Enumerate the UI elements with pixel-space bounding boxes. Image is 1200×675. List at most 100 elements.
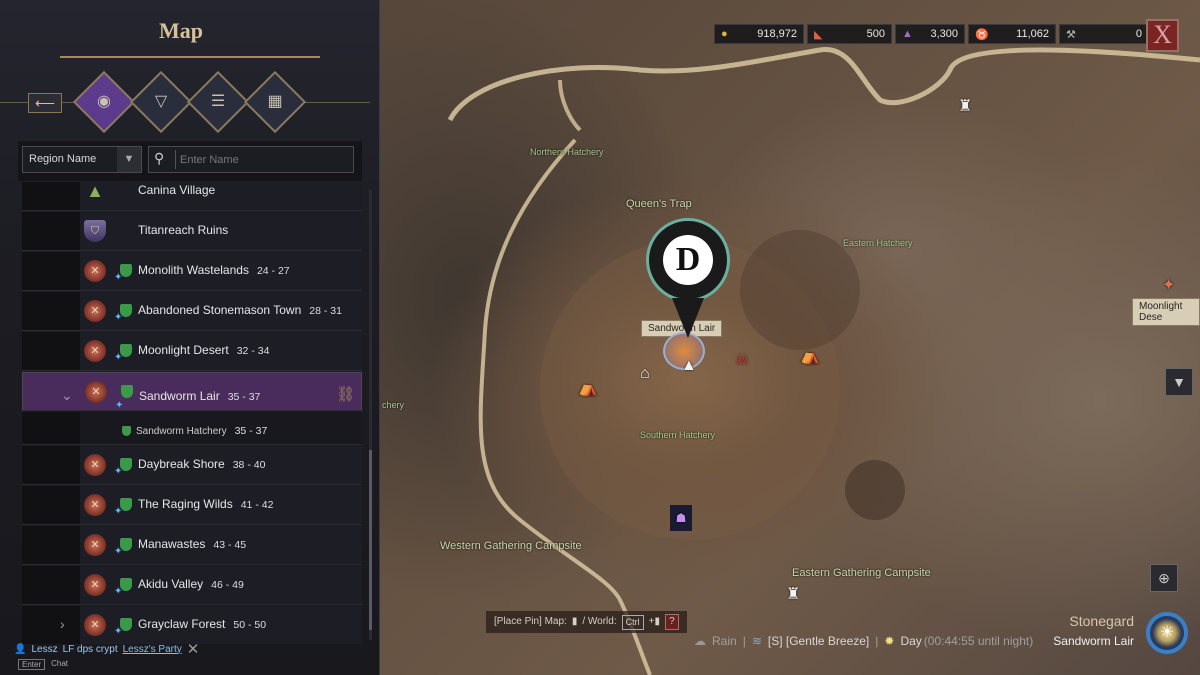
region-level: 46 - 49 [211,579,244,591]
row-left-column [22,252,80,290]
region-row[interactable]: Sandworm Hatchery 35 - 37 [22,412,362,445]
chevron-down-icon[interactable]: ▼ [117,147,141,172]
locate-player-button[interactable]: ⊕ [1150,564,1178,592]
search-input[interactable] [175,150,345,169]
hint-world-label: / World: [582,616,617,627]
shield-icon [121,385,133,398]
row-body: ✕ ✦ Sandworm Lair 35 - 37 ⛓ [81,373,361,411]
region-name: Abandoned Stonemason Town [138,303,302,317]
chat-label[interactable]: Chat [51,659,68,670]
region-row[interactable]: ✕ ✦ Abandoned Stonemason Town 28 - 31 [22,292,362,331]
waypoint-icon[interactable]: ♜ [958,96,972,116]
shield-icon [120,618,132,631]
list-scrollbar[interactable] [369,190,372,640]
chat-message[interactable]: 👤 Lessz LF dps crypt Lessz's Party ✕ [14,640,199,658]
camp-icon[interactable]: ⛺ [800,346,820,366]
row-body: ⛉ Titanreach Ruins [80,212,362,250]
help-button[interactable]: ? [664,614,679,630]
tab-calendar[interactable]: ▦ [243,70,307,134]
region-name: Titanreach Ruins [138,223,229,237]
shield-icon [120,578,132,591]
close-icon[interactable]: ✕ [187,640,200,658]
region-row[interactable]: ✕ ✦ Sandworm Lair 35 - 37 ⛓ ⌄ [22,372,362,411]
scrollbar-thumb[interactable] [369,450,372,630]
row-left-column [22,526,80,564]
tab-regions[interactable]: ◉ [72,70,136,134]
row-left-column [22,332,80,370]
party-link[interactable]: Lessz's Party [123,644,182,655]
row-left-column [22,486,80,524]
waypoint-icon[interactable]: ♜ [786,584,800,604]
tab-markers[interactable]: ▽ [129,70,193,134]
currency-ticket: ◣ 500 [807,24,892,44]
chat-user[interactable]: Lessz [31,644,57,655]
region-row[interactable]: ⛉ Titanreach Ruins [22,212,362,251]
custom-pin-icon[interactable]: D [646,218,730,302]
dungeon-icon: ✕ [84,534,106,556]
map-label-eastern-hatchery: Eastern Hatchery [843,238,913,248]
region-level: 35 - 37 [234,425,268,437]
currency-value: 0 [1135,28,1142,40]
shield-icon [120,458,132,471]
close-button[interactable]: X [1146,19,1179,52]
title-ornament [60,56,320,58]
pin-tail [672,298,704,338]
chevron-down-icon[interactable]: ⌄ [61,383,73,408]
location-area: Stonegard [1069,613,1134,629]
shield-icon [120,264,132,277]
boss-skull-icon[interactable]: ☠ [735,350,749,370]
region-row[interactable]: ▲ Canina Village [22,182,362,211]
mushroom-icon[interactable]: ⌂ [640,365,650,383]
weather-day: Day [900,634,922,648]
region-row[interactable]: ✕ ✦ Moonlight Desert 32 - 34 [22,332,362,371]
region-row[interactable]: ✕ ✦ Akidu Valley 46 - 49 [22,566,362,605]
user-icon: 👤 [14,643,27,655]
region-level: 24 - 27 [256,265,290,277]
edge-location-tag[interactable]: Moonlight Dese [1132,298,1200,326]
chevron-right-icon[interactable]: › [60,616,65,632]
region-row[interactable]: ✕ ✦ Grayclaw Forest 50 - 50 › [22,606,362,644]
region-sort-select[interactable]: Region Name ▼ [22,146,142,173]
chat-input-hint: Enter Chat [18,659,68,670]
row-body: ✕ ✦ Abandoned Stonemason Town 28 - 31 [80,292,362,330]
search-box[interactable]: ⚲ [148,146,354,173]
row-left-column [22,566,80,604]
bookmark-icon[interactable]: ▼ [1165,368,1193,396]
camp-icon[interactable]: ⛺ [578,378,598,398]
back-button[interactable]: ⟵ [28,93,62,113]
region-level: 41 - 42 [240,499,274,511]
day-cycle-dial: ☀ [1146,612,1188,654]
boss-icon[interactable]: ✦ [1162,275,1175,295]
region-row[interactable]: ✕ ✦ Monolith Wastelands 24 - 27 [22,252,362,291]
tab-filters[interactable]: ☰ [186,70,250,134]
map-label-western-campsite: Western Gathering Campsite [440,540,582,552]
row-body: ✕ ✦ Monolith Wastelands 24 - 27 [80,252,362,290]
row-body: ✕ ✦ The Raging Wilds 41 - 42 [80,486,362,524]
arrow-left-icon: ⟵ [34,95,56,111]
shield-icon [120,304,132,317]
link-icon[interactable]: ⛓ [336,382,355,407]
weather-time: (00:44:55 until night) [923,634,1034,648]
current-location: Stonegard Sandworm Lair [1053,613,1134,648]
select-value: Region Name [29,153,97,165]
gold-coin-icon: ● [721,28,728,40]
map-label-northern-hatchery: Northern Hatchery [530,147,604,157]
dungeon-icon: ✕ [85,381,107,403]
region-row[interactable]: ✕ ✦ Daybreak Shore 38 - 40 [22,446,362,485]
region-row[interactable]: ✕ ✦ The Raging Wilds 41 - 42 [22,486,362,525]
row-left-column [22,182,80,210]
cloud-icon: ☁ [694,634,706,648]
currency-value: 3,300 [930,28,958,40]
weather-status: ☁ Rain | ≋ [S] [Gentle Breeze] | ✹ Day (00:44:… [694,634,1034,648]
region-level: 50 - 50 [233,619,267,631]
banner-icon[interactable]: ☗ [670,505,692,531]
region-name: Grayclaw Forest [138,617,226,631]
shield-icon [120,344,132,357]
sun-icon: ☀ [1159,624,1175,641]
region-row[interactable]: ✕ ✦ Manawastes 43 - 45 [22,526,362,565]
region-name: Manawastes [138,537,206,551]
map-label-queens-trap: Queen's Trap [626,198,692,210]
region-level: 35 - 37 [227,391,261,403]
region-level: 28 - 31 [309,305,342,317]
currency-value: 918,972 [757,28,797,40]
